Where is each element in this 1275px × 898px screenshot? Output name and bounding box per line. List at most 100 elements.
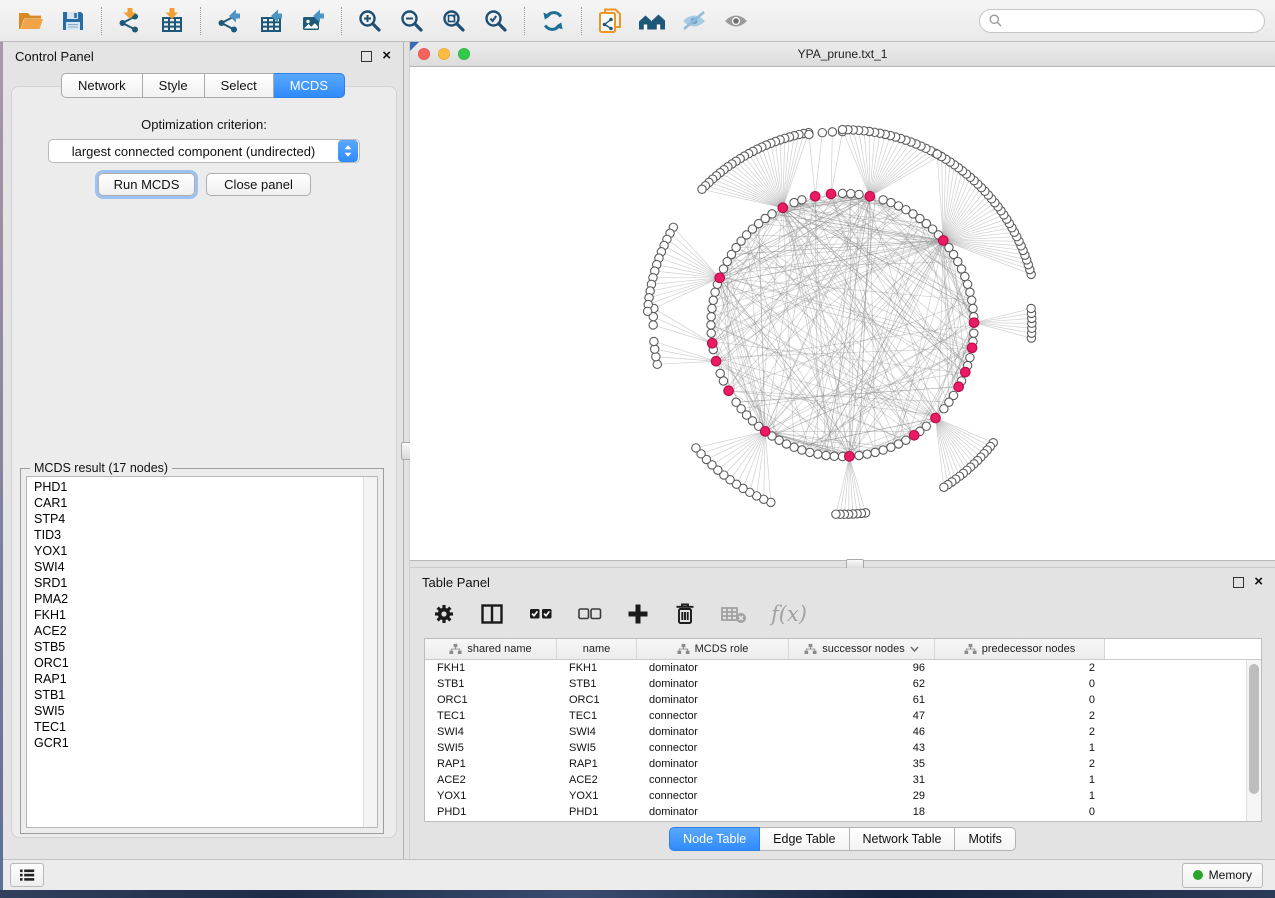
column-header-MCDS-role[interactable]: MCDS role — [637, 639, 789, 659]
memory-button[interactable]: Memory — [1182, 863, 1263, 888]
mcds-result-node[interactable]: TID3 — [34, 527, 377, 543]
export-table-button[interactable] — [250, 4, 292, 38]
mcds-hub-node[interactable] — [909, 430, 919, 440]
mcds-hub-node[interactable] — [931, 413, 941, 423]
network-node[interactable] — [707, 321, 715, 329]
mcds-hub-node[interactable] — [715, 273, 725, 283]
mcds-result-node[interactable]: STP4 — [34, 511, 377, 527]
mcds-result-node[interactable]: TEC1 — [34, 719, 377, 735]
network-node[interactable] — [933, 150, 941, 158]
network-node[interactable] — [968, 296, 976, 304]
network-node[interactable] — [830, 452, 838, 460]
network-node[interactable] — [652, 353, 660, 361]
import-table-button[interactable] — [151, 4, 193, 38]
network-titlebar[interactable]: YPA_prune.txt_1 — [410, 42, 1275, 67]
mcds-hub-node[interactable] — [938, 236, 948, 246]
table-row[interactable]: SWI5SWI5connector431 — [425, 740, 1261, 756]
first-neighbors-button[interactable] — [631, 4, 673, 38]
tab-mcds[interactable]: MCDS — [274, 73, 345, 98]
show-columns-button[interactable] — [479, 599, 505, 629]
network-node[interactable] — [707, 329, 715, 337]
table-scrollbar[interactable] — [1246, 660, 1261, 821]
network-node[interactable] — [649, 321, 657, 329]
hide-selected-button[interactable] — [673, 4, 715, 38]
panel-divider[interactable] — [403, 42, 410, 860]
mcds-hub-node[interactable] — [826, 189, 836, 199]
mcds-result-node[interactable]: SWI4 — [34, 559, 377, 575]
network-node[interactable] — [832, 510, 840, 518]
network-node[interactable] — [970, 329, 978, 337]
network-node[interactable] — [698, 185, 706, 193]
column-header-successor-nodes[interactable]: successor nodes — [789, 639, 935, 659]
close-table-panel-icon[interactable]: × — [1254, 577, 1263, 587]
close-panel-icon[interactable]: × — [382, 51, 391, 61]
mcds-hub-node[interactable] — [969, 318, 979, 328]
table-row[interactable]: RAP1RAP1dominator352 — [425, 756, 1261, 772]
network-node[interactable] — [838, 189, 846, 197]
deselect-all-button[interactable] — [577, 599, 603, 629]
network-node[interactable] — [707, 313, 715, 321]
zoom-selected-button[interactable] — [475, 4, 517, 38]
network-node[interactable] — [879, 446, 887, 454]
criterion-dropdown[interactable]: largest connected component (undirected) — [48, 139, 360, 163]
duplicate-network-button[interactable] — [589, 4, 631, 38]
tab-network-table[interactable]: Network Table — [850, 827, 956, 851]
network-node[interactable] — [643, 307, 651, 315]
column-header-predecessor-nodes[interactable]: predecessor nodes — [935, 639, 1105, 659]
column-header-shared-name[interactable]: shared name — [425, 639, 557, 659]
network-node[interactable] — [887, 443, 895, 451]
mcds-result-node[interactable]: SRD1 — [34, 575, 377, 591]
export-network-button[interactable] — [208, 4, 250, 38]
network-node[interactable] — [790, 198, 798, 206]
mcds-result-node[interactable]: ORC1 — [34, 655, 377, 671]
network-node[interactable] — [798, 196, 806, 204]
search-input[interactable] — [1008, 13, 1255, 29]
mcds-result-node[interactable]: PMA2 — [34, 591, 377, 607]
mcds-result-node[interactable]: GCR1 — [34, 735, 377, 751]
mcds-result-node[interactable]: RAP1 — [34, 671, 377, 687]
zoom-out-button[interactable] — [391, 4, 433, 38]
network-node[interactable] — [940, 483, 948, 491]
mcds-result-node[interactable]: YOX1 — [34, 543, 377, 559]
tab-select[interactable]: Select — [205, 73, 274, 98]
mcds-hub-node[interactable] — [810, 192, 820, 202]
network-node[interactable] — [709, 296, 717, 304]
mcds-hub-node[interactable] — [845, 452, 855, 462]
tab-edge-table[interactable]: Edge Table — [760, 827, 849, 851]
table-scrollbar-thumb[interactable] — [1249, 664, 1259, 794]
table-row[interactable]: ORC1ORC1dominator610 — [425, 692, 1261, 708]
network-node[interactable] — [828, 128, 836, 136]
network-node[interactable] — [838, 125, 846, 133]
network-canvas[interactable] — [410, 67, 1275, 560]
mcds-hub-node[interactable] — [961, 367, 971, 377]
mcds-hub-node[interactable] — [778, 203, 788, 213]
network-node[interactable] — [863, 450, 871, 458]
network-node[interactable] — [879, 196, 887, 204]
table-row[interactable]: TEC1TEC1connector472 — [425, 708, 1261, 724]
import-network-button[interactable] — [109, 4, 151, 38]
table-row[interactable]: YOX1YOX1connector291 — [425, 788, 1261, 804]
table-settings-button[interactable] — [432, 599, 456, 629]
delete-row-button[interactable] — [673, 599, 697, 629]
network-node[interactable] — [732, 398, 740, 406]
mcds-hub-node[interactable] — [954, 382, 964, 392]
run-mcds-button[interactable]: Run MCDS — [98, 173, 195, 196]
network-node[interactable] — [940, 405, 948, 413]
network-node[interactable] — [708, 304, 716, 312]
mcds-result-node[interactable]: STB5 — [34, 639, 377, 655]
open-session-button[interactable] — [10, 4, 52, 38]
network-node[interactable] — [806, 448, 814, 456]
network-node[interactable] — [961, 272, 969, 280]
mcds-hub-node[interactable] — [707, 338, 717, 348]
table-row[interactable]: SWI4SWI4dominator462 — [425, 724, 1261, 740]
close-mcds-panel-button[interactable]: Close panel — [206, 173, 311, 196]
float-table-panel-icon[interactable] — [1233, 577, 1244, 588]
table-row[interactable]: ACE2ACE2connector311 — [425, 772, 1261, 788]
mcds-result-node[interactable]: SWI5 — [34, 703, 377, 719]
horizontal-splitter[interactable] — [410, 560, 1275, 568]
mcds-result-list[interactable]: PHD1CAR1STP4TID3YOX1SWI4SRD1PMA2FKH1ACE2… — [26, 476, 378, 828]
show-all-button[interactable] — [715, 4, 757, 38]
mcds-hub-node[interactable] — [865, 192, 875, 202]
result-list-scrollbar[interactable] — [363, 477, 377, 827]
network-node[interactable] — [692, 444, 700, 452]
